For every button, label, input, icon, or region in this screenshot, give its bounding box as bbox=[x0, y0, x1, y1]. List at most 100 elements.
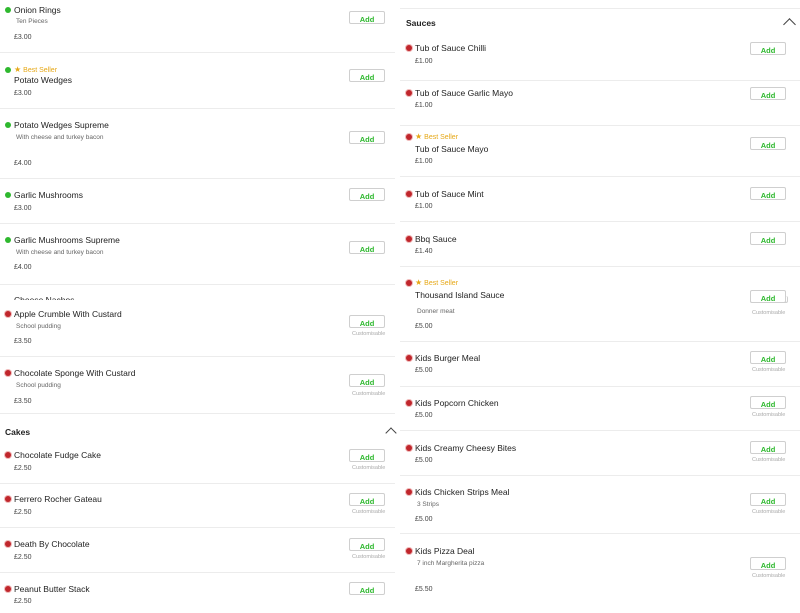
item-name: Bbq Sauce bbox=[415, 234, 457, 244]
item-description: 7 inch Margherita pizza bbox=[417, 560, 485, 567]
customisable-label: Customisable bbox=[752, 412, 786, 418]
section-header-sauces[interactable]: Sauces bbox=[400, 8, 800, 36]
add-button[interactable]: Add bbox=[349, 493, 385, 506]
item-price: £3.00 bbox=[14, 34, 32, 41]
item-name: Tub of Sauce Mayo bbox=[415, 144, 489, 154]
item-name: Chocolate Sponge With Custard bbox=[14, 368, 136, 378]
menu-item: Kids Creamy Cheesy Bites £5.00 Add Custo… bbox=[400, 431, 800, 476]
item-name: Kids Chicken Strips Meal bbox=[415, 487, 510, 497]
menu-item: Garlic Mushrooms £3.00 Add bbox=[0, 179, 395, 224]
item-price: £2.50 bbox=[14, 598, 32, 605]
item-price: £5.00 bbox=[415, 457, 433, 464]
customisable-label: Customisable bbox=[352, 554, 386, 560]
item-price: £1.00 bbox=[415, 102, 433, 109]
nonveg-indicator-icon bbox=[406, 236, 412, 242]
nonveg-indicator-icon bbox=[5, 311, 11, 317]
menu-item: Tub of Sauce Garlic Mayo £1.00 Add bbox=[400, 81, 800, 126]
menu-item: Tub of Sauce Chilli £1.00 Add bbox=[400, 36, 800, 81]
customisable-label: Customisable bbox=[752, 573, 786, 579]
add-button[interactable]: Add bbox=[750, 42, 786, 55]
item-name: Tub of Sauce Mint bbox=[415, 189, 484, 199]
item-price: £2.50 bbox=[14, 509, 32, 516]
customisable-label: Customisable bbox=[752, 367, 786, 373]
menu-item: Death By Chocolate £2.50 Add Customisabl… bbox=[0, 528, 395, 573]
menu-item: Bbq Sauce £1.40 Add bbox=[400, 222, 800, 267]
item-price: £5.00 bbox=[415, 323, 433, 330]
menu-column-left: Onion Rings Ten Pieces £3.00 Add ★ Best S… bbox=[0, 0, 397, 605]
add-button[interactable]: Add bbox=[349, 69, 385, 82]
item-name-partial: Cheese Nachos bbox=[14, 295, 75, 300]
menu-item: Apple Crumble With Custard School puddin… bbox=[0, 301, 395, 357]
add-button[interactable]: Add bbox=[750, 493, 786, 506]
add-button[interactable]: Add bbox=[349, 538, 385, 551]
menu-item: Kids Popcorn Chicken £5.00 Add Customisa… bbox=[400, 387, 800, 431]
add-button[interactable]: Add bbox=[349, 449, 385, 462]
add-button[interactable]: Add bbox=[750, 396, 786, 409]
nonveg-indicator-icon bbox=[406, 548, 412, 554]
item-price: £1.40 bbox=[415, 248, 433, 255]
item-description: With cheese and turkey bacon bbox=[16, 134, 104, 141]
chevron-up-icon[interactable] bbox=[385, 427, 397, 439]
nonveg-indicator-icon bbox=[406, 90, 412, 96]
nonveg-indicator-icon bbox=[406, 280, 412, 286]
veg-indicator-icon bbox=[5, 192, 11, 198]
customisable-label: Customisable bbox=[752, 310, 786, 316]
item-price: £5.00 bbox=[415, 412, 433, 419]
item-name: Kids Creamy Cheesy Bites bbox=[415, 443, 517, 453]
add-button[interactable]: Add bbox=[750, 290, 786, 303]
add-button[interactable]: Add bbox=[750, 557, 786, 570]
add-button[interactable]: Add bbox=[349, 582, 385, 595]
customisable-label: Customisable bbox=[352, 509, 386, 515]
item-description: 3 Strips bbox=[417, 501, 440, 508]
item-description: With cheese and turkey bacon bbox=[16, 249, 104, 256]
nonveg-indicator-icon bbox=[406, 445, 412, 451]
section-title: Cakes bbox=[5, 427, 31, 437]
nonveg-indicator-icon bbox=[5, 541, 11, 547]
customisable-label: Customisable bbox=[752, 457, 786, 463]
add-button[interactable]: Add bbox=[750, 87, 786, 100]
section-title: Sauces bbox=[406, 18, 436, 28]
item-name: Kids Pizza Deal bbox=[415, 546, 475, 556]
item-name: Potato Wedges Supreme bbox=[14, 120, 109, 130]
add-button[interactable]: Add bbox=[750, 351, 786, 364]
item-description: School pudding bbox=[16, 382, 61, 389]
star-icon: ★ bbox=[415, 132, 423, 141]
nonveg-indicator-icon bbox=[5, 452, 11, 458]
section-header-cakes[interactable]: Cakes bbox=[0, 414, 397, 440]
add-button[interactable]: Add bbox=[750, 187, 786, 200]
menu-item: Tub of Sauce Mint £1.00 Add bbox=[400, 177, 800, 222]
item-price: £5.00 bbox=[415, 516, 433, 523]
nonveg-indicator-icon bbox=[5, 586, 11, 592]
item-description: Ten Pieces bbox=[16, 18, 48, 25]
item-price: £1.00 bbox=[415, 203, 433, 210]
nonveg-indicator-icon bbox=[406, 400, 412, 406]
item-price: £2.50 bbox=[14, 554, 32, 561]
add-button[interactable]: Add bbox=[349, 315, 385, 328]
veg-indicator-icon bbox=[5, 67, 11, 73]
best-seller-badge: ★ Best Seller bbox=[415, 278, 458, 287]
nonveg-indicator-icon bbox=[406, 134, 412, 140]
item-price: £3.50 bbox=[14, 398, 32, 405]
add-button[interactable]: Add bbox=[750, 232, 786, 245]
chevron-up-icon[interactable] bbox=[783, 18, 796, 31]
item-price: £3.00 bbox=[14, 205, 32, 212]
nonveg-indicator-icon bbox=[406, 45, 412, 51]
add-button[interactable]: Add bbox=[349, 374, 385, 387]
item-name: Death By Chocolate bbox=[14, 539, 90, 549]
add-button[interactable]: Add bbox=[750, 441, 786, 454]
add-button[interactable]: Add bbox=[750, 137, 786, 150]
veg-indicator-icon bbox=[5, 122, 11, 128]
customisable-label: Customisable bbox=[352, 465, 386, 471]
add-button[interactable]: Add bbox=[349, 241, 385, 254]
menu-item: Onion Rings Ten Pieces £3.00 Add bbox=[0, 0, 395, 53]
item-price: £2.50 bbox=[14, 465, 32, 472]
add-button[interactable]: Add bbox=[349, 11, 385, 24]
item-price: £1.00 bbox=[415, 58, 433, 65]
add-button[interactable]: Add bbox=[349, 188, 385, 201]
add-button[interactable]: Add bbox=[349, 131, 385, 144]
item-name: Potato Wedges bbox=[14, 75, 72, 85]
nonveg-indicator-icon bbox=[406, 489, 412, 495]
menu-item: Ferrero Rocher Gateau £2.50 Add Customis… bbox=[0, 484, 395, 528]
star-icon: ★ bbox=[14, 65, 22, 74]
item-price: £5.50 bbox=[415, 586, 433, 593]
